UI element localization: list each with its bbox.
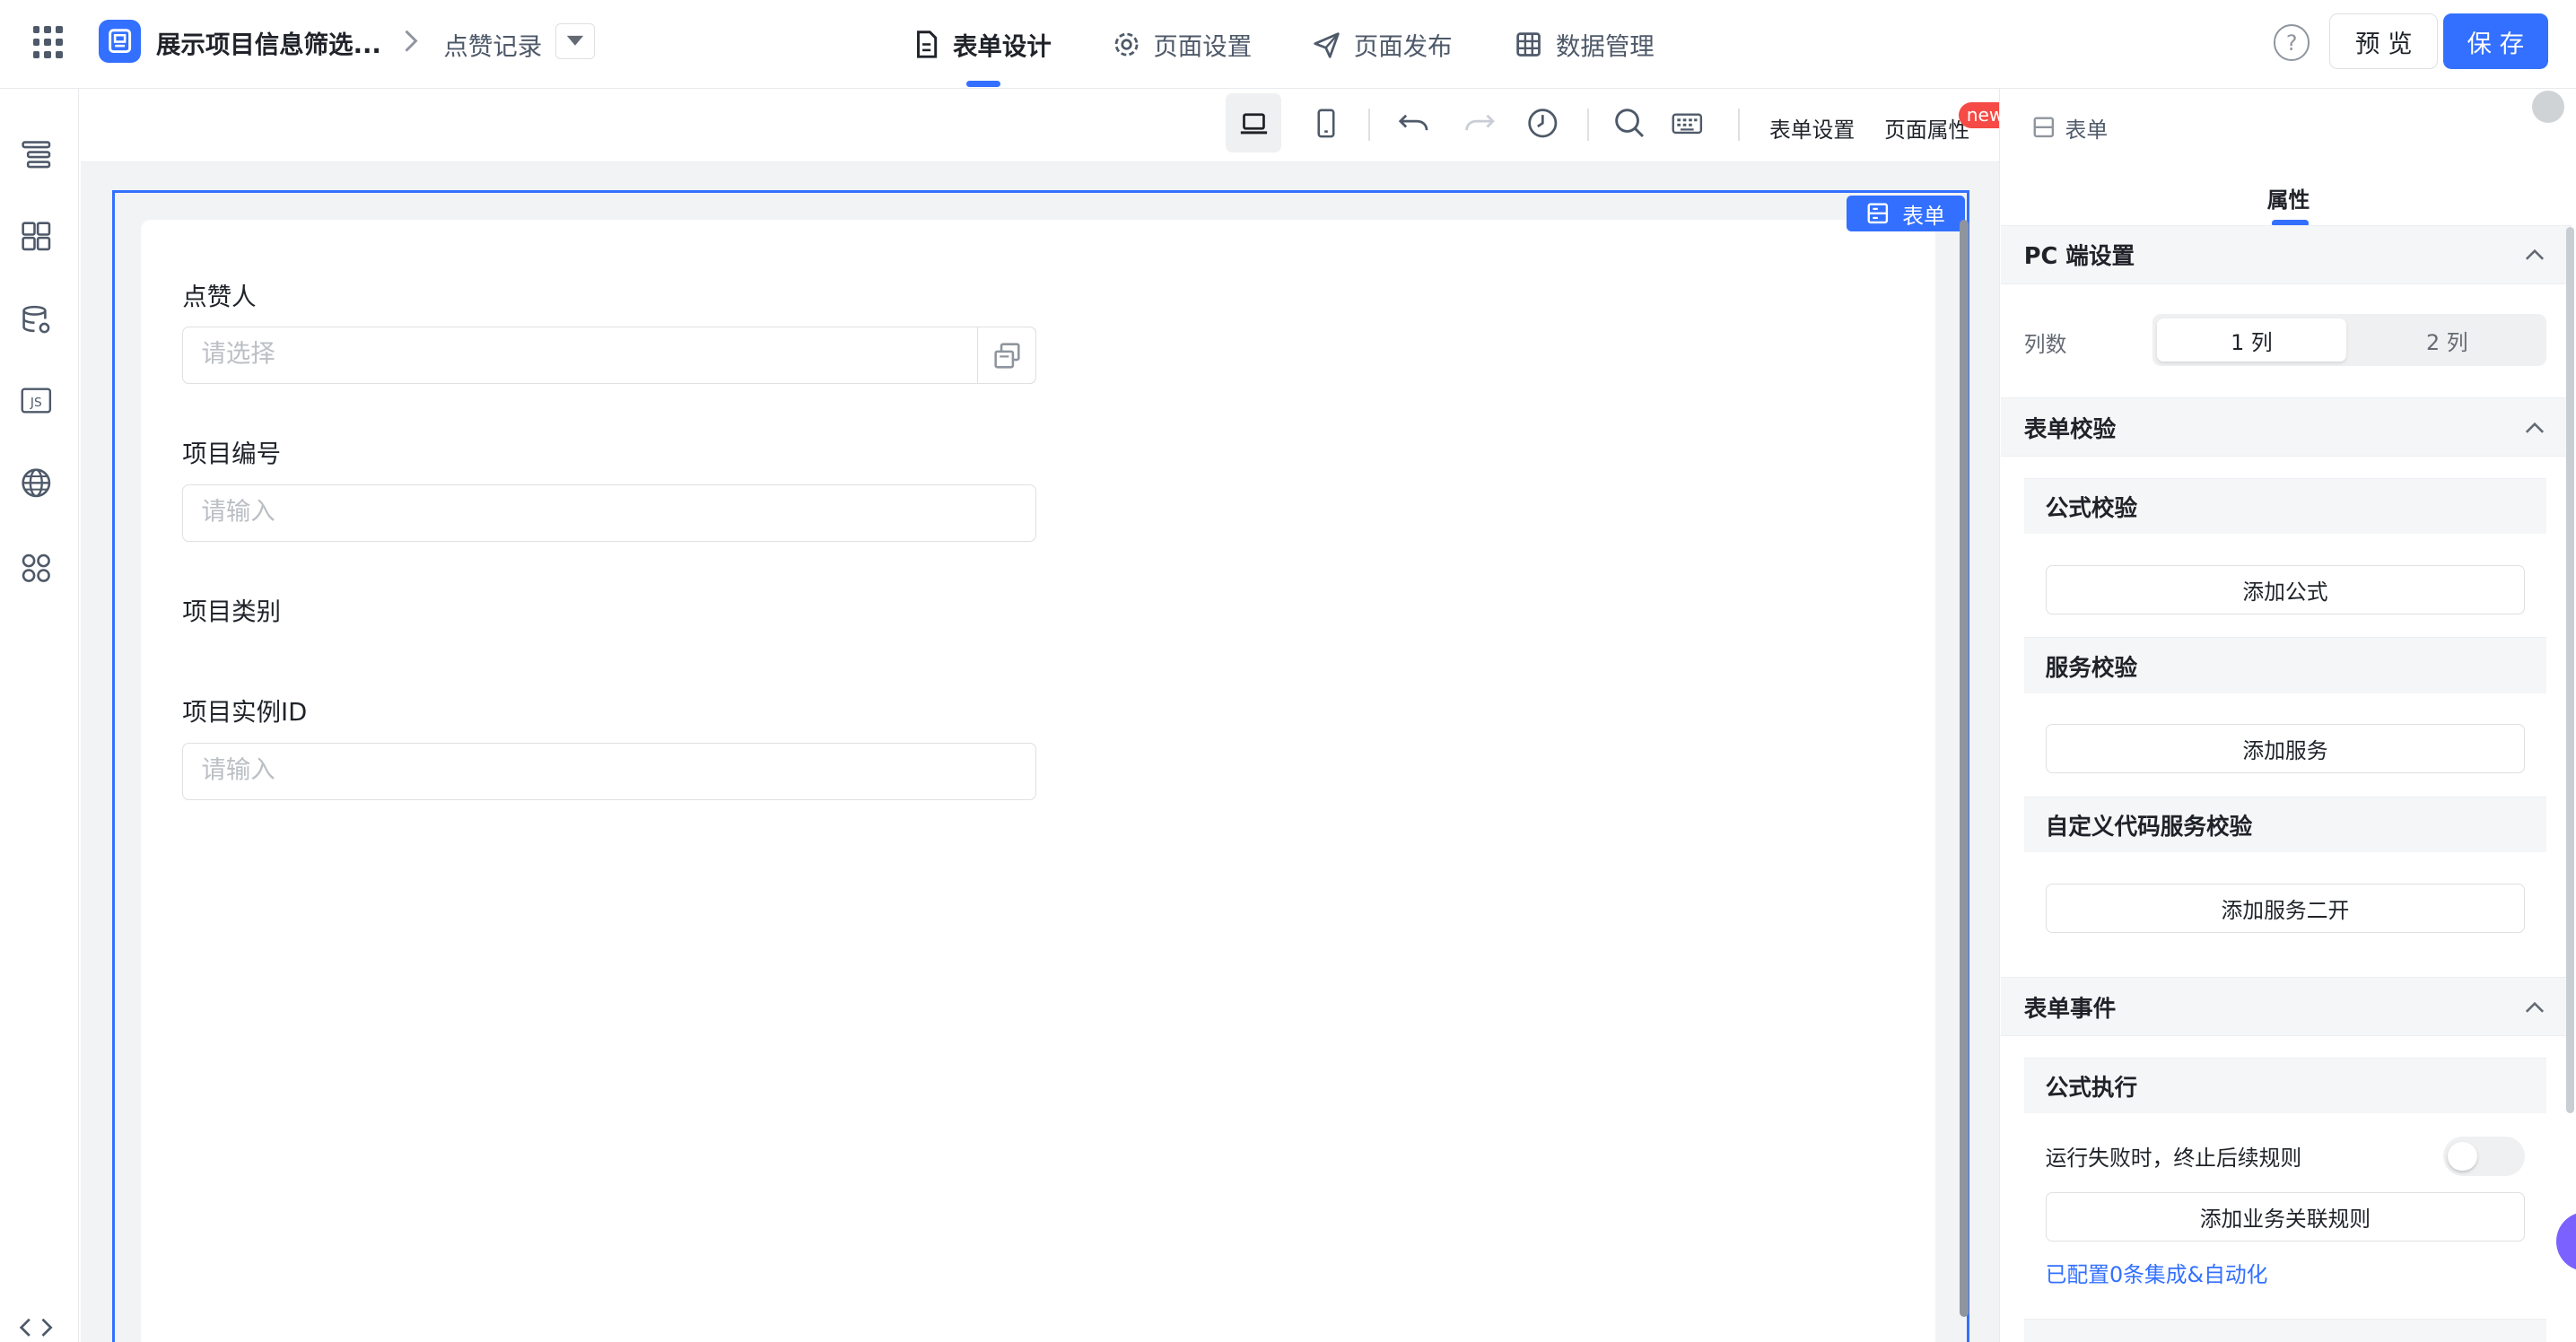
select-window-icon <box>994 343 1020 369</box>
form-selection-tag[interactable]: 表单 <box>1847 195 1965 232</box>
columns-option-2[interactable]: 2 列 <box>2353 318 2542 362</box>
globe-icon[interactable] <box>16 463 56 502</box>
search-button[interactable] <box>1602 93 1657 152</box>
page-switch-dropdown[interactable] <box>554 22 595 59</box>
tab-label: 数据管理 <box>1555 33 1655 62</box>
phone-icon <box>1317 109 1335 138</box>
add-formula-button[interactable]: 添加公式 <box>2045 564 2526 614</box>
data-source-icon[interactable] <box>16 301 56 340</box>
source-code-icon[interactable] <box>16 1307 56 1341</box>
app-logo-icon <box>98 19 142 63</box>
field-label-project-number: 项目编号 <box>182 440 282 469</box>
project-number-input[interactable]: 请输入 <box>182 484 1037 543</box>
search-icon <box>1615 109 1645 137</box>
section-title: PC 端设置 <box>2023 243 2135 271</box>
columns-option-1[interactable]: 1 列 <box>2157 318 2346 362</box>
tab-properties[interactable]: 属性 <box>2267 182 2310 214</box>
document-icon <box>917 30 938 58</box>
subsection-formula-execution: 公式执行 <box>2023 1058 2547 1114</box>
clock-icon <box>1528 109 1558 138</box>
stop-on-fail-toggle[interactable] <box>2442 1137 2526 1176</box>
form-settings-link[interactable]: 表单设置 <box>1769 112 1855 144</box>
tab-form-design[interactable]: 表单设计 <box>913 26 1052 62</box>
breadcrumb-separator-icon <box>401 28 421 60</box>
top-bar <box>0 0 2576 89</box>
send-icon <box>1314 32 1340 58</box>
section-form-validation[interactable]: 表单校验 <box>2001 397 2572 457</box>
columns-label: 列数 <box>2023 332 2067 358</box>
section-form-events[interactable]: 表单事件 <box>2001 977 2572 1037</box>
subsection-service-validation: 服务校验 <box>2023 637 2547 693</box>
section-title: 表单校验 <box>2023 415 2117 443</box>
form-tag-label: 表单 <box>1902 203 1945 229</box>
page-properties-link[interactable]: 页面属性 <box>1884 112 1969 144</box>
toolbar-divider <box>1738 108 1741 142</box>
outline-tree-icon[interactable] <box>16 135 56 174</box>
form-icon <box>1867 203 1889 224</box>
project-instance-id-input[interactable]: 请输入 <box>182 742 1037 800</box>
laptop-icon <box>1240 112 1267 134</box>
history-button[interactable] <box>1515 93 1570 152</box>
tab-page-publish[interactable]: 页面发布 <box>1313 26 1453 62</box>
toolbar-divider <box>1368 108 1371 142</box>
field-label-project-category: 项目类别 <box>182 598 282 627</box>
tab-label: 表单设计 <box>952 33 1052 62</box>
js-code-icon[interactable]: JS <box>16 381 56 421</box>
member-picker-button[interactable] <box>977 327 1037 385</box>
undo-button[interactable] <box>1386 93 1442 152</box>
subsection-custom-code-validation: 自定义代码服务校验 <box>2023 797 2547 853</box>
active-tab-indicator <box>965 80 1001 88</box>
keyboard-icon <box>1672 113 1703 134</box>
panel-component-title: 表单 <box>2032 112 2108 144</box>
subsection-formula-validation: 公式校验 <box>2023 477 2547 535</box>
panel-title-text: 表单 <box>2065 117 2109 143</box>
redo-icon <box>1464 114 1495 130</box>
save-button[interactable]: 保 存 <box>2442 13 2548 69</box>
add-service-extension-button[interactable]: 添加服务二开 <box>2045 884 2526 933</box>
field-label-project-instance-id: 项目实例ID <box>182 698 308 727</box>
panel-scrollbar[interactable] <box>2566 226 2575 1114</box>
mobile-view-button[interactable] <box>1297 93 1353 152</box>
add-business-rule-button[interactable]: 添加业务关联规则 <box>2045 1192 2526 1242</box>
gear-icon <box>1114 32 1139 57</box>
plugins-icon[interactable] <box>16 549 56 588</box>
svg-text:JS: JS <box>30 396 42 410</box>
subsection-next <box>2023 1319 2547 1342</box>
tab-label: 页面设置 <box>1153 33 1253 62</box>
desktop-view-button[interactable] <box>1225 93 1282 153</box>
shortcuts-button[interactable] <box>1659 93 1715 152</box>
table-icon <box>1516 32 1541 57</box>
undo-icon <box>1398 114 1428 130</box>
chevron-up-icon <box>2525 416 2545 439</box>
chevron-up-icon <box>2525 244 2545 266</box>
canvas-scrollbar[interactable] <box>1960 220 1969 1318</box>
section-title: 表单事件 <box>2023 995 2117 1023</box>
chevron-up-icon <box>2525 997 2545 1019</box>
caret-down-icon <box>566 36 583 47</box>
section-pc-settings[interactable]: PC 端设置 <box>2001 224 2572 284</box>
add-service-button[interactable]: 添加服务 <box>2045 724 2526 774</box>
tab-label: 页面发布 <box>1353 33 1453 62</box>
liker-select-input[interactable]: 请选择 <box>182 327 1037 385</box>
stop-on-fail-label: 运行失败时，终止后续规则 <box>2045 1145 2302 1171</box>
app-title[interactable]: 展示项目信息筛选... <box>156 24 381 60</box>
preview-button[interactable]: 预 览 <box>2329 13 2439 69</box>
field-label-liker: 点赞人 <box>182 283 257 311</box>
redo-button[interactable] <box>1451 93 1506 152</box>
help-icon[interactable]: ? <box>2274 24 2310 61</box>
form-icon <box>2033 117 2055 138</box>
columns-segmented-control: 1 列 2 列 <box>2152 313 2547 367</box>
tab-data-management[interactable]: 数据管理 <box>1515 26 1655 62</box>
left-rail <box>0 88 79 1342</box>
components-icon[interactable] <box>16 217 56 257</box>
integration-automation-link[interactable]: 已配置0条集成&自动化 <box>2046 1257 2268 1288</box>
tab-page-settings[interactable]: 页面设置 <box>1113 26 1253 62</box>
app-grid-icon[interactable] <box>32 26 66 59</box>
toolbar-divider <box>1586 108 1589 142</box>
breadcrumb-page[interactable]: 点赞记录 <box>443 26 542 62</box>
